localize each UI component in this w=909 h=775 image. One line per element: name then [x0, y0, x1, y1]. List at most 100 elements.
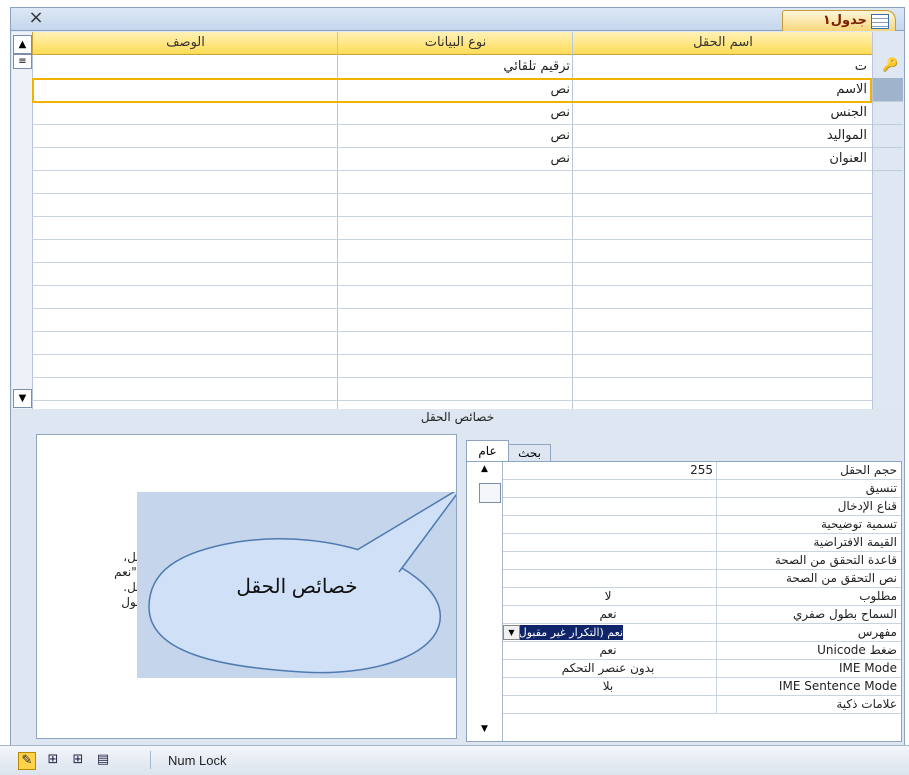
scroll-down-icon[interactable]: ▼ — [481, 724, 488, 734]
property-row[interactable]: علامات ذكية — [503, 696, 901, 714]
property-label: نص التحقق من الصحة — [716, 570, 897, 587]
property-row[interactable]: IME Mode بدون عنصر التحكم — [503, 660, 901, 678]
property-scrollbar[interactable]: ▲ ▼ — [467, 462, 503, 741]
table-row[interactable]: الجنس نص — [32, 101, 872, 125]
pivot-table-icon[interactable]: ⊞ — [70, 752, 86, 768]
property-sheet: ▲ ▼ حجم الحقل 255 تنسيق قناع الإدخال تسم… — [466, 461, 902, 742]
row-selector[interactable] — [873, 147, 903, 171]
property-value[interactable] — [503, 570, 717, 587]
table-row[interactable] — [32, 285, 872, 309]
table-row[interactable] — [32, 377, 872, 401]
field-properties-heading: خصائص الحقل — [420, 410, 495, 424]
num-lock-indicator: Num Lock — [168, 753, 227, 768]
scroll-down-icon[interactable]: ▼ — [13, 389, 32, 408]
tab-lookup[interactable]: بحث — [508, 444, 551, 462]
property-value[interactable]: لا — [503, 588, 717, 605]
header-data-type[interactable]: نوع البيانات — [337, 32, 573, 55]
table-row[interactable] — [32, 193, 872, 217]
table-row[interactable] — [32, 170, 872, 194]
scroll-up-icon[interactable]: ▲ — [13, 35, 32, 54]
data-type-cell[interactable]: نص — [342, 124, 570, 147]
property-value[interactable] — [503, 516, 717, 533]
table-row[interactable]: العنوان نص — [32, 147, 872, 171]
property-row[interactable]: نص التحقق من الصحة — [503, 570, 901, 588]
datasheet-view-icon[interactable]: ▤ — [95, 752, 111, 768]
close-icon[interactable]: × — [27, 9, 45, 27]
design-view-icon[interactable]: ✎ — [18, 752, 36, 770]
property-label: حجم الحقل — [716, 462, 897, 479]
property-row[interactable]: ضغط Unicode نعم — [503, 642, 901, 660]
table-row[interactable] — [32, 308, 872, 332]
pivot-chart-icon[interactable]: ⊞ — [45, 752, 61, 768]
field-name-cell[interactable]: العنوان — [577, 147, 867, 170]
property-value[interactable]: 255 — [503, 462, 717, 479]
property-label: تسمية توضيحية — [716, 516, 897, 533]
table-row[interactable] — [32, 354, 872, 378]
property-label: ضغط Unicode — [716, 642, 897, 659]
row-selector[interactable] — [873, 124, 903, 148]
row-selector-current[interactable] — [873, 78, 903, 102]
field-grid: ▲ ≡ ▼ الوصف نوع البيانات اسم الحقل 🔑 ت ت… — [12, 32, 903, 409]
property-value[interactable]: بدون عنصر التحكم — [503, 660, 717, 677]
property-value[interactable] — [503, 552, 717, 569]
status-divider — [150, 751, 151, 769]
row-selector[interactable] — [873, 101, 903, 125]
property-label: تنسيق — [716, 480, 897, 497]
property-row[interactable]: مطلوب لا — [503, 588, 901, 606]
scroll-up-icon[interactable]: ▲ — [481, 464, 488, 474]
property-row[interactable]: IME Sentence Mode بلا — [503, 678, 901, 696]
property-label: القيمة الافتراضية — [716, 534, 897, 551]
row-selector[interactable]: 🔑 — [873, 55, 903, 79]
primary-key-icon: 🔑 — [882, 58, 899, 73]
property-row[interactable]: السماح بطول صفري نعم — [503, 606, 901, 624]
property-value[interactable] — [503, 498, 717, 515]
indexed-dropdown[interactable]: نعم (التكرار غير مقبول) — [503, 625, 623, 640]
tab-table1[interactable]: جدول١ — [782, 10, 896, 31]
dropdown-arrow-icon[interactable]: ▼ — [503, 625, 520, 640]
vertical-scrollbar[interactable]: ▲ ≡ ▼ — [12, 32, 33, 409]
property-row[interactable]: قاعدة التحقق من الصحة — [503, 552, 901, 570]
table-design-frame: × جدول١ ▲ ≡ ▼ الوصف نوع البيانات اسم الح… — [10, 7, 905, 746]
property-row[interactable]: تنسيق — [503, 480, 901, 498]
property-value[interactable]: نعم — [503, 642, 717, 659]
top-strip — [0, 0, 909, 7]
table-row[interactable] — [32, 262, 872, 286]
scroll-thumb[interactable] — [479, 483, 501, 503]
property-value[interactable] — [503, 534, 717, 551]
property-row[interactable]: مفهرس نعم (التكرار غير مقبول) ▼ — [503, 624, 901, 642]
data-type-cell[interactable]: ترقيم تلقائي — [342, 55, 570, 78]
scroll-thumb[interactable]: ≡ — [13, 54, 32, 69]
tab-title: جدول١ — [822, 13, 867, 28]
property-row[interactable]: قناع الإدخال — [503, 498, 901, 516]
property-label: قناع الإدخال — [716, 498, 897, 515]
table-icon — [871, 14, 889, 29]
table-row[interactable] — [32, 216, 872, 240]
field-name-cell[interactable]: المواليد — [577, 124, 867, 147]
property-value[interactable] — [503, 696, 717, 713]
table-row[interactable]: المواليد نص — [32, 124, 872, 148]
property-value[interactable] — [503, 480, 717, 497]
property-label: السماح بطول صفري — [716, 606, 897, 623]
tab-general[interactable]: عام — [466, 440, 509, 462]
header-field-name[interactable]: اسم الحقل — [572, 32, 873, 55]
table-row[interactable] — [32, 239, 872, 263]
header-description[interactable]: الوصف — [32, 32, 338, 55]
row-selector-column: 🔑 — [872, 32, 903, 409]
field-name-cell[interactable]: ت — [577, 55, 867, 78]
field-name-cell[interactable]: الجنس — [577, 101, 867, 124]
property-value[interactable]: نعم — [503, 606, 717, 623]
property-row[interactable]: القيمة الافتراضية — [503, 534, 901, 552]
property-value[interactable]: بلا — [503, 678, 717, 695]
property-row[interactable]: تسمية توضيحية — [503, 516, 901, 534]
property-label: مطلوب — [716, 588, 897, 605]
document-tab-bar: × جدول١ — [11, 8, 904, 31]
help-panel: الحقل، نيار "نعم الحقل. الحقول خصائص الح… — [36, 434, 457, 739]
data-type-cell[interactable]: نص — [342, 101, 570, 124]
property-row[interactable]: حجم الحقل 255 — [503, 462, 901, 480]
access-window: × جدول١ ▲ ≡ ▼ الوصف نوع البيانات اسم الح… — [0, 0, 909, 775]
data-type-cell[interactable]: نص — [342, 147, 570, 170]
property-label: قاعدة التحقق من الصحة — [716, 552, 897, 569]
field-properties-pane: الحقل، نيار "نعم الحقل. الحقول خصائص الح… — [12, 426, 902, 744]
table-row[interactable]: ت ترقيم تلقائي — [32, 55, 872, 79]
table-row[interactable] — [32, 331, 872, 355]
